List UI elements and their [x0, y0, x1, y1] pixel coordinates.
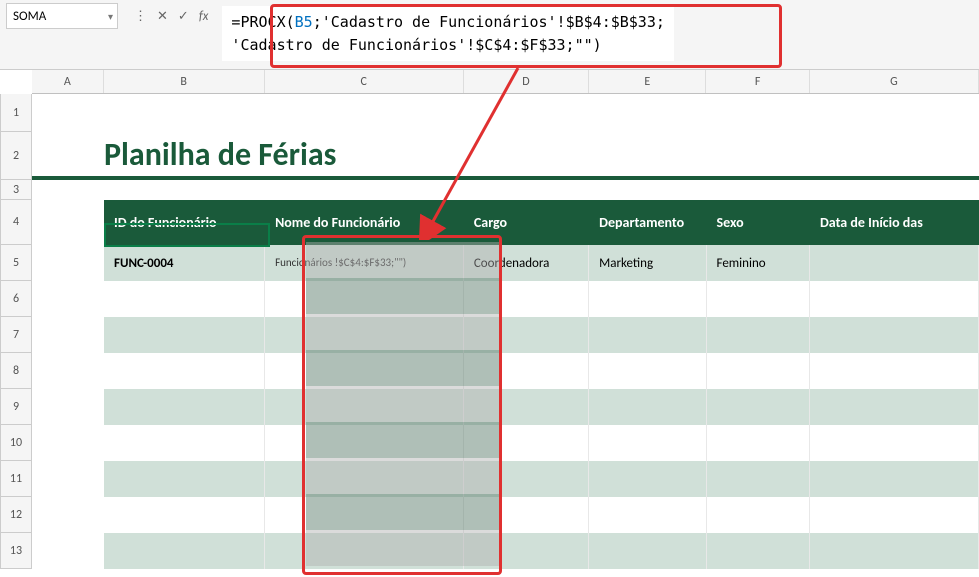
col-header-F[interactable]: F [706, 70, 809, 93]
cell-nome-editing[interactable]: Funcionários !$C$4:$F$33;"") [265, 245, 464, 281]
row-header-11[interactable]: 11 [0, 461, 32, 497]
table-row[interactable]: FUNC-0004 Funcionários !$C$4:$F$33;"") C… [104, 245, 979, 281]
name-box-value: SOMA [13, 9, 46, 24]
enter-icon[interactable]: ✓ [178, 9, 189, 24]
row-header-4[interactable]: 4 [0, 200, 32, 245]
cell-cargo[interactable]: Coordenadora [464, 245, 589, 281]
cell-depto[interactable]: Marketing [589, 245, 706, 281]
col-header-B[interactable]: B [104, 70, 265, 93]
row-header-12[interactable]: 12 [0, 497, 32, 533]
name-box[interactable]: SOMA ▾ [6, 3, 118, 29]
formula-bar: SOMA ▾ ⋮ ✕ ✓ fx =PROCX(B5;'Cadastro de F… [0, 0, 979, 70]
col-header-A[interactable]: A [32, 70, 104, 93]
table-row[interactable] [104, 497, 979, 533]
row-header-3[interactable]: 3 [0, 180, 32, 200]
header-nome: Nome do Funcionário [265, 200, 464, 245]
table-row[interactable] [104, 389, 979, 425]
cell-id[interactable]: FUNC-0004 [104, 245, 265, 281]
table-row[interactable] [104, 353, 979, 389]
row-header-8[interactable]: 8 [0, 353, 32, 389]
table-row[interactable] [104, 281, 979, 317]
col-header-D[interactable]: D [464, 70, 589, 93]
row-header-5[interactable]: 5 [0, 245, 32, 281]
formula-part-2: ;'Cadastro de Funcionários'!$B$4:$B$33; [313, 13, 665, 31]
row-header-10[interactable]: 10 [0, 425, 32, 461]
header-depto: Departamento [589, 200, 706, 245]
formula-part-3: 'Cadastro de Funcionários'!$C$4:$F$33;""… [231, 36, 601, 54]
row-header-2[interactable]: 2 [0, 132, 32, 180]
cell-sexo[interactable]: Feminino [707, 245, 810, 281]
formula-part-1: =PROCX( [231, 13, 294, 31]
table-row[interactable] [104, 317, 979, 353]
table-row[interactable] [104, 461, 979, 497]
formula-input[interactable]: =PROCX(B5;'Cadastro de Funcionários'!$B$… [222, 0, 979, 61]
table-row[interactable] [104, 425, 979, 461]
header-sexo: Sexo [707, 200, 810, 245]
cancel-icon[interactable]: ✕ [157, 9, 168, 24]
col-header-C[interactable]: C [265, 70, 464, 93]
row-3[interactable] [32, 180, 979, 200]
header-data: Data de Início das [810, 200, 979, 245]
chevron-down-icon[interactable]: ▾ [108, 10, 113, 23]
cell-data[interactable] [810, 245, 979, 281]
col-header-G[interactable]: G [810, 70, 979, 93]
pipe-separator: ⋮ [134, 9, 147, 24]
row-header-9[interactable]: 9 [0, 389, 32, 425]
row-header-7[interactable]: 7 [0, 317, 32, 353]
formula-text[interactable]: =PROCX(B5;'Cadastro de Funcionários'!$B$… [222, 6, 673, 61]
table-header-row: ID do Funcionário Nome do Funcionário Ca… [104, 200, 979, 245]
row-1[interactable] [32, 94, 979, 132]
formula-bar-buttons: ⋮ ✕ ✓ fx [134, 3, 214, 29]
table-row[interactable] [104, 533, 979, 569]
row-header-1[interactable]: 1 [0, 94, 32, 132]
row-headers: 1 2 3 4 5 6 7 8 9 10 11 12 13 [0, 94, 32, 569]
fx-label[interactable]: fx [199, 9, 209, 24]
col-header-E[interactable]: E [589, 70, 706, 93]
formula-ref-b5: B5 [295, 13, 313, 31]
page-title: Planilha de Férias [32, 132, 979, 180]
column-headers: A B C D E F G [32, 70, 979, 94]
header-cargo: Cargo [464, 200, 589, 245]
row-header-13[interactable]: 13 [0, 533, 32, 569]
sheet-content: Planilha de Férias ID do Funcionário Nom… [32, 94, 979, 569]
row-header-6[interactable]: 6 [0, 281, 32, 317]
grid-area: A B C D E F G 1 2 3 4 5 6 7 8 9 10 11 12… [0, 70, 979, 94]
data-rows: FUNC-0004 Funcionários !$C$4:$F$33;"") C… [104, 245, 979, 569]
header-id: ID do Funcionário [104, 200, 265, 245]
